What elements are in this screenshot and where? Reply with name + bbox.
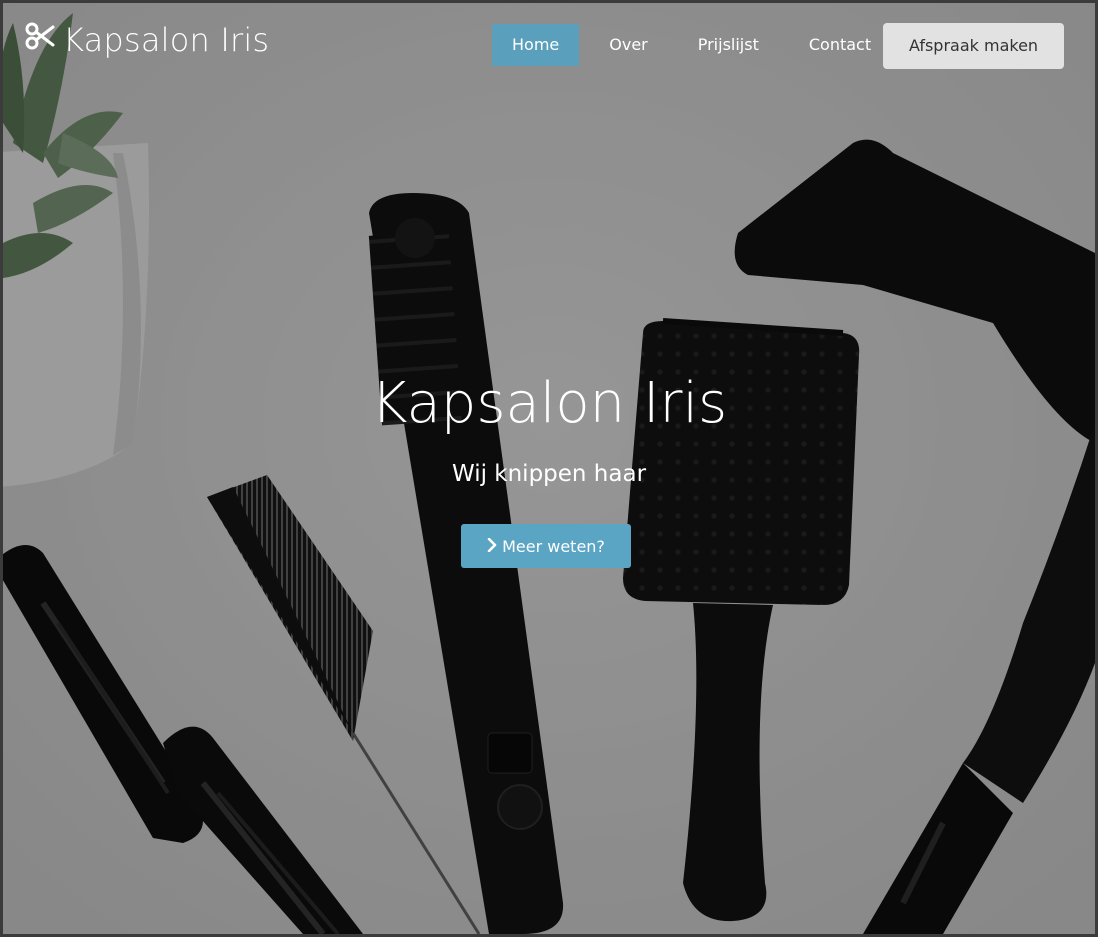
- learn-more-button[interactable]: Meer weten?: [461, 524, 631, 568]
- nav-item-prijslijst[interactable]: Prijslijst: [678, 24, 779, 66]
- nav-item-over[interactable]: Over: [589, 24, 667, 66]
- main-navigation: Home Over Prijslijst Contact: [492, 24, 891, 66]
- brand-name: Kapsalon Iris: [63, 21, 270, 59]
- browser-viewport: Kapsalon Iris Home Over Prijslijst Conta…: [0, 0, 1098, 937]
- hero-subtitle: Wij knippen haar: [451, 461, 647, 487]
- scissors-icon: [25, 21, 63, 59]
- nav-item-home[interactable]: Home: [492, 24, 580, 66]
- nav-item-contact[interactable]: Contact: [789, 24, 891, 66]
- brand-logo-link[interactable]: Kapsalon Iris: [25, 17, 269, 63]
- chevron-right-icon: [487, 537, 502, 556]
- book-appointment-button[interactable]: Afspraak maken: [883, 23, 1064, 69]
- hero-title: Kapsalon Iris: [370, 371, 728, 436]
- learn-more-label: Meer weten?: [502, 536, 605, 556]
